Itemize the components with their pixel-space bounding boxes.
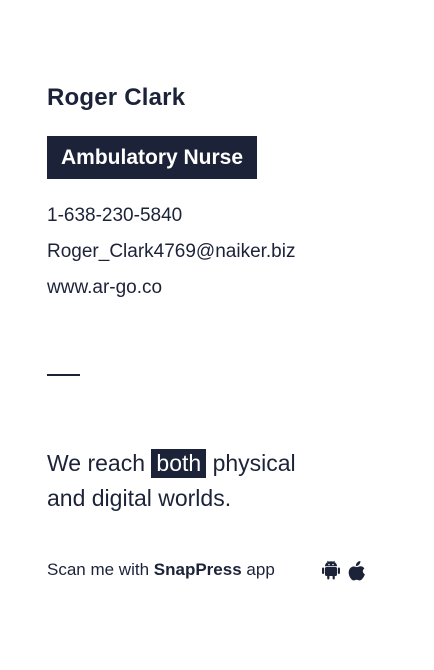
- business-card: Roger Clark Ambulatory Nurse 1-638-230-5…: [0, 0, 434, 670]
- apple-icon[interactable]: [348, 560, 366, 581]
- scan-brand: SnapPress: [153, 560, 242, 579]
- job-title-badge: Ambulatory Nurse: [47, 136, 258, 179]
- website-link[interactable]: www.ar-go.co: [47, 276, 162, 300]
- android-icon[interactable]: [322, 560, 340, 580]
- tagline-after: physical: [212, 450, 296, 476]
- tagline-line-1: We reach both physical: [47, 446, 296, 481]
- scan-prefix: Scan me with: [47, 560, 150, 579]
- tagline-highlight: both: [151, 449, 207, 478]
- tagline: We reach both physical and digital world…: [47, 446, 296, 516]
- app-store-icons: [322, 559, 366, 581]
- tagline-line-2: and digital worlds.: [47, 485, 232, 511]
- email-address[interactable]: Roger_Clark4769@naiker.biz: [47, 240, 295, 264]
- person-name: Roger Clark: [47, 84, 186, 111]
- scan-instruction: Scan me with SnapPress app: [47, 559, 275, 581]
- divider: [47, 374, 80, 376]
- phone-number[interactable]: 1-638-230-5840: [47, 204, 182, 228]
- tagline-before: We reach: [47, 450, 146, 476]
- scan-suffix: app: [246, 560, 275, 579]
